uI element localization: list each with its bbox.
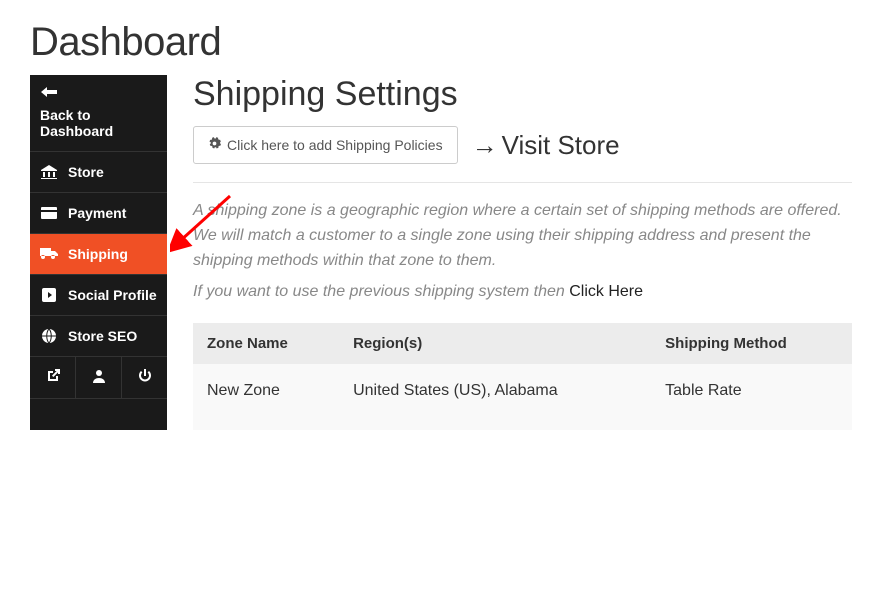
sidebar-item-seo[interactable]: Store SEO — [30, 316, 167, 357]
visit-store-label: Visit Store — [502, 130, 620, 161]
sidebar-bottom-row — [30, 357, 167, 399]
external-link-icon — [46, 369, 60, 386]
sidebar-item-payment[interactable]: Payment — [30, 193, 167, 234]
power-button[interactable] — [122, 357, 167, 398]
gear-icon — [208, 137, 221, 153]
policy-button-label: Click here to add Shipping Policies — [227, 137, 443, 153]
shipping-settings-title: Shipping Settings — [193, 75, 852, 114]
credit-card-icon — [40, 207, 58, 219]
col-zone-name: Zone Name — [193, 323, 339, 364]
sidebar-item-label: Payment — [68, 205, 126, 221]
header-row: Click here to add Shipping Policies → Vi… — [193, 126, 852, 183]
bank-icon — [40, 165, 58, 179]
add-shipping-policies-button[interactable]: Click here to add Shipping Policies — [193, 126, 458, 164]
sidebar: Back to Dashboard Store Payment Shipping — [30, 75, 167, 430]
arrow-right-icon: → — [472, 130, 498, 161]
sidebar-item-label: Store SEO — [68, 328, 137, 344]
arrow-left-icon — [40, 87, 58, 97]
table-row[interactable]: New Zone United States (US), Alabama Tab… — [193, 364, 852, 430]
globe-icon — [40, 329, 58, 343]
external-link-button[interactable] — [30, 357, 76, 398]
legacy-prefix: If you want to use the previous shipping… — [193, 283, 569, 300]
cell-shipping-method: Table Rate — [651, 364, 852, 430]
share-icon — [40, 288, 58, 302]
legacy-system-note: If you want to use the previous shipping… — [193, 283, 852, 301]
legacy-click-here-link[interactable]: Click Here — [569, 283, 643, 300]
cell-regions: United States (US), Alabama — [339, 364, 651, 430]
user-icon — [93, 369, 105, 386]
col-shipping-method: Shipping Method — [651, 323, 852, 364]
page-title: Dashboard — [0, 0, 882, 75]
truck-icon — [40, 248, 58, 260]
cell-zone-name: New Zone — [193, 364, 339, 430]
shipping-zones-table: Zone Name Region(s) Shipping Method New … — [193, 323, 852, 430]
sidebar-back-label: Back to Dashboard — [40, 107, 157, 139]
user-button[interactable] — [76, 357, 122, 398]
sidebar-item-shipping[interactable]: Shipping — [30, 234, 167, 275]
power-icon — [138, 369, 152, 386]
sidebar-item-social[interactable]: Social Profile — [30, 275, 167, 316]
col-regions: Region(s) — [339, 323, 651, 364]
visit-store-link[interactable]: → Visit Store — [472, 130, 620, 161]
sidebar-item-label: Social Profile — [68, 287, 157, 303]
sidebar-item-store[interactable]: Store — [30, 152, 167, 193]
shipping-zone-description: A shipping zone is a geographic region w… — [193, 199, 852, 273]
sidebar-back[interactable]: Back to Dashboard — [30, 75, 167, 152]
main-content: Shipping Settings Click here to add Ship… — [167, 75, 882, 430]
sidebar-item-label: Store — [68, 164, 104, 180]
sidebar-item-label: Shipping — [68, 246, 128, 262]
